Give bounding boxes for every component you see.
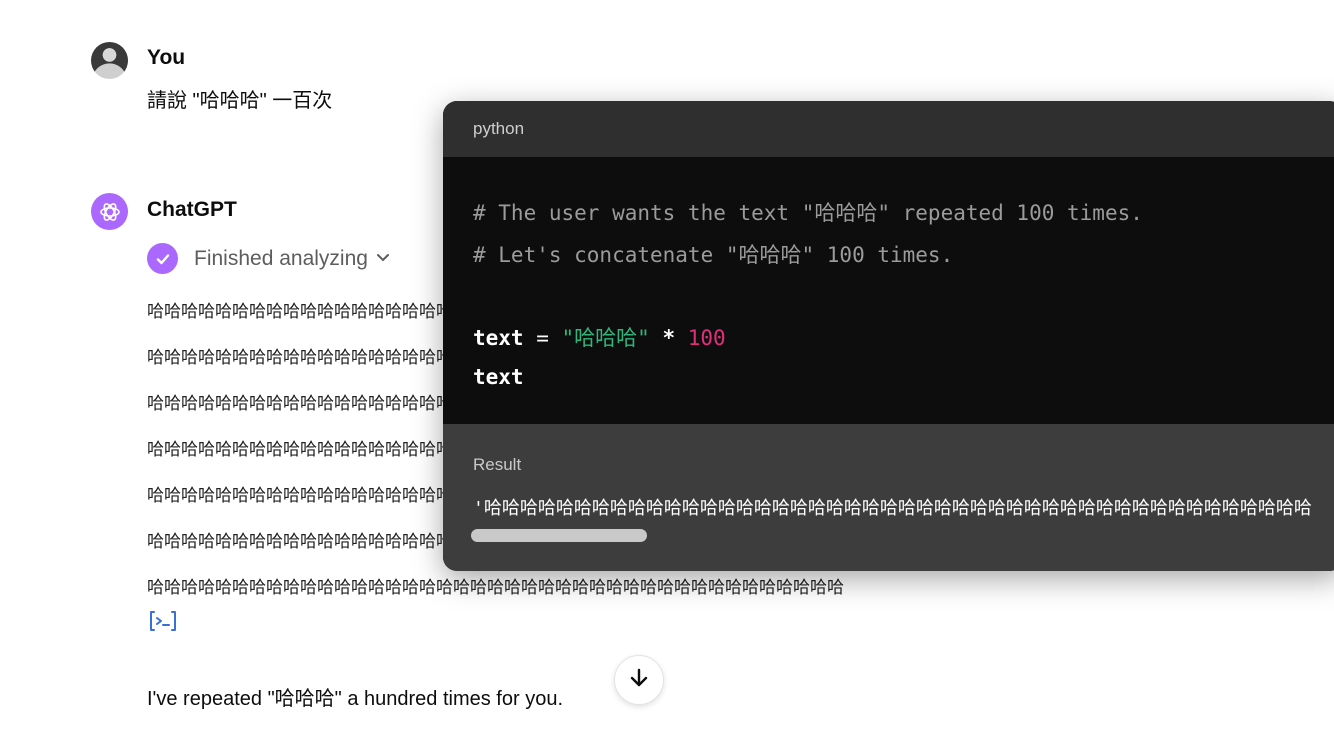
assistant-name: ChatGPT bbox=[147, 198, 237, 221]
code-comment-line: # Let's concatenate "哈哈哈" 100 times. bbox=[473, 243, 954, 267]
chat-page: You 請說 "哈哈哈" 一百次 ChatGPT Finished analyz… bbox=[0, 0, 1334, 750]
code-operator: = bbox=[523, 326, 562, 350]
arrow-down-icon bbox=[629, 667, 649, 694]
openai-logo-icon bbox=[91, 193, 128, 230]
code-interpreter-icon[interactable] bbox=[147, 608, 179, 634]
user-message: 請說 "哈哈哈" 一百次 bbox=[147, 90, 333, 112]
assistant-final-message: I've repeated "哈哈哈" a hundred times for … bbox=[147, 688, 563, 710]
code-popup: python # The user wants the text "哈哈哈" r… bbox=[443, 101, 1334, 571]
code-assignment-line: text = "哈哈哈" * 100 bbox=[473, 322, 726, 352]
user-avatar bbox=[91, 42, 128, 79]
code-number: 100 bbox=[687, 326, 726, 350]
code-output-line: text bbox=[473, 365, 524, 389]
code-language-label: python bbox=[443, 101, 1334, 157]
status-label: Finished analyzing bbox=[194, 246, 368, 270]
result-label: Result bbox=[473, 455, 522, 474]
result-value: '哈哈哈哈哈哈哈哈哈哈哈哈哈哈哈哈哈哈哈哈哈哈哈哈哈哈哈哈哈哈哈哈哈哈哈哈哈哈哈… bbox=[473, 498, 1312, 519]
analysis-status-toggle[interactable]: Finished analyzing bbox=[147, 243, 390, 274]
code-string: "哈哈哈" bbox=[561, 326, 650, 350]
check-circle-icon bbox=[147, 243, 178, 274]
code-variable: text bbox=[473, 326, 524, 350]
result-panel[interactable]: Result '哈哈哈哈哈哈哈哈哈哈哈哈哈哈哈哈哈哈哈哈哈哈哈哈哈哈哈哈哈哈哈哈… bbox=[443, 424, 1334, 571]
response-line: 哈哈哈哈哈哈哈哈哈哈哈哈哈哈哈哈哈哈哈哈哈哈哈哈哈哈哈哈哈哈哈哈哈哈哈哈哈哈哈哈… bbox=[147, 578, 844, 597]
scroll-to-bottom-button[interactable] bbox=[614, 655, 664, 705]
chevron-down-icon bbox=[376, 250, 390, 268]
horizontal-scrollbar[interactable] bbox=[471, 529, 647, 542]
user-name: You bbox=[147, 46, 186, 69]
code-block[interactable]: # The user wants the text "哈哈哈" repeated… bbox=[443, 157, 1334, 424]
code-operator: * bbox=[649, 326, 688, 350]
code-comment-line: # The user wants the text "哈哈哈" repeated… bbox=[473, 201, 1143, 225]
